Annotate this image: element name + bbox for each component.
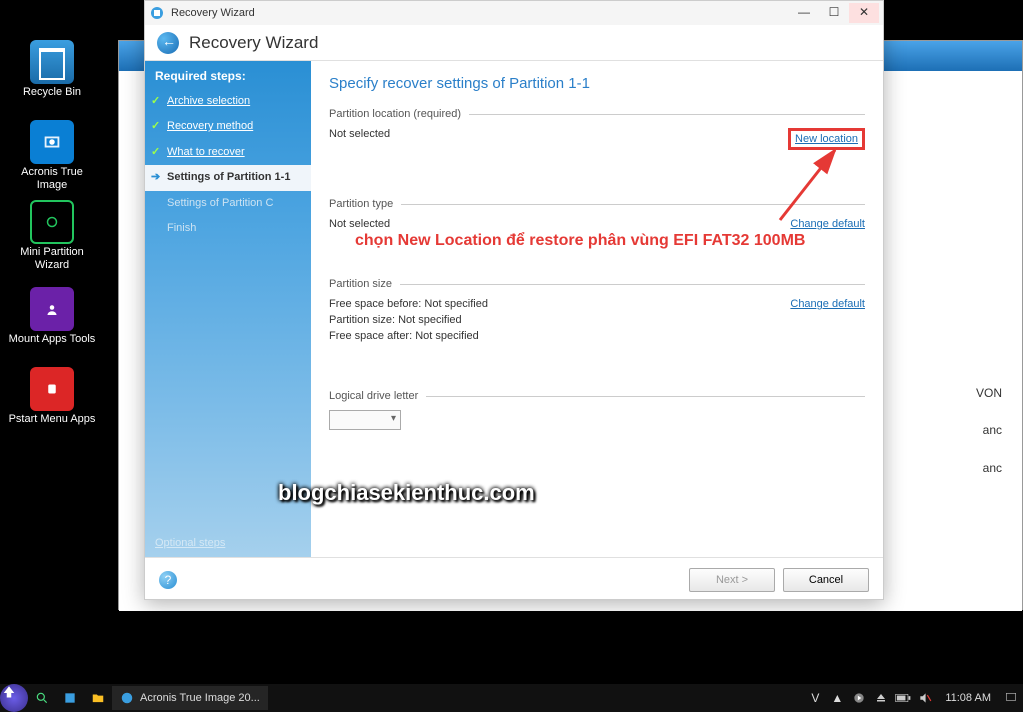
partition-wizard-icon — [30, 200, 74, 244]
wizard-titlebar[interactable]: Recovery Wizard — ☐ ✕ — [145, 1, 883, 25]
wizard-app-icon — [149, 5, 165, 21]
help-icon[interactable]: ? — [159, 571, 177, 589]
next-button[interactable]: Next > — [689, 568, 775, 592]
required-steps-label: Required steps: — [145, 61, 311, 89]
change-default-type-link[interactable]: Change default — [790, 218, 865, 230]
step-finish: Finish — [145, 216, 311, 241]
bg-text-fragment: anc — [983, 461, 1002, 475]
desktop-label: Recycle Bin — [8, 86, 96, 99]
taskbar-task-acronis[interactable]: Acronis True Image 20... — [112, 686, 268, 710]
section-title: Partition size — [329, 278, 400, 290]
task-app-icon — [120, 691, 134, 705]
task-label: Acronis True Image 20... — [140, 692, 260, 704]
section-title: Logical drive letter — [329, 390, 426, 402]
section-partition-type: Partition type — [329, 198, 865, 210]
step-link[interactable]: What to recover — [167, 146, 245, 158]
step-label: Settings of Partition 1-1 — [167, 171, 290, 183]
pstart-icon — [30, 367, 74, 411]
step-link[interactable]: Archive selection — [167, 95, 250, 107]
section-drive-letter: Logical drive letter — [329, 390, 865, 402]
taskbar-app-icon[interactable] — [56, 684, 84, 712]
step-label: Settings of Partition C — [167, 197, 273, 209]
section-partition-location: Partition location (required) — [329, 108, 865, 120]
cancel-button[interactable]: Cancel — [783, 568, 869, 592]
recovery-wizard-dialog: Recovery Wizard — ☐ ✕ Recovery Wizard Re… — [144, 0, 884, 600]
desktop-label: Pstart Menu Apps — [8, 413, 96, 426]
step-settings-partition-1-1: Settings of Partition 1-1 — [145, 165, 311, 190]
optional-steps-link[interactable]: Optional steps — [155, 537, 225, 549]
wizard-footer: ? Next > Cancel — [145, 557, 883, 601]
desktop-icon-pstart-menu[interactable]: Pstart Menu Apps — [8, 365, 96, 426]
new-location-link[interactable]: New location — [795, 133, 858, 145]
wizard-main-pane: Specify recover settings of Partition 1-… — [311, 61, 883, 557]
main-heading: Specify recover settings of Partition 1-… — [329, 75, 865, 92]
back-arrow-icon[interactable] — [157, 32, 179, 54]
free-space-after: Free space after: Not specified — [329, 330, 479, 342]
step-settings-partition-c: Settings of Partition C — [145, 191, 311, 216]
section-title: Partition type — [329, 198, 401, 210]
tray-up-icon[interactable]: ▲ — [829, 690, 845, 706]
bg-text-fragment: VON — [976, 386, 1002, 400]
wizard-title: Recovery Wizard — [171, 7, 255, 19]
minimize-button[interactable]: — — [789, 3, 819, 23]
tray-media-icon[interactable] — [851, 690, 867, 706]
wizard-header: Recovery Wizard — [145, 25, 883, 61]
maximize-button[interactable]: ☐ — [819, 3, 849, 23]
taskbar: Acronis True Image 20... V ▲ 11:08 AM — [0, 684, 1023, 712]
step-what-to-recover[interactable]: What to recover — [145, 140, 311, 165]
taskbar-search-icon[interactable] — [28, 684, 56, 712]
section-partition-size: Partition size — [329, 278, 865, 290]
location-value: Not selected — [329, 128, 390, 150]
wizard-sidebar: Required steps: Archive selection Recove… — [145, 61, 311, 557]
desktop-icon-acronis[interactable]: Acronis True Image — [8, 118, 96, 192]
new-location-highlight: New location — [788, 128, 865, 150]
system-tray: V ▲ 11:08 AM — [807, 690, 1023, 706]
tray-notifications-icon[interactable] — [1003, 690, 1019, 706]
acronis-icon — [30, 120, 74, 164]
section-title: Partition location (required) — [329, 108, 469, 120]
change-default-size-link[interactable]: Change default — [790, 298, 865, 310]
tray-lang[interactable]: V — [807, 690, 823, 706]
desktop-icon-recycle-bin[interactable]: Recycle Bin — [8, 38, 96, 99]
type-value: Not selected — [329, 218, 390, 230]
tray-clock[interactable]: 11:08 AM — [939, 692, 997, 704]
desktop-icon-mini-partition[interactable]: Mini Partition Wizard — [8, 198, 96, 272]
bg-text-fragment: anc — [983, 423, 1002, 437]
start-button[interactable] — [0, 684, 28, 712]
drive-letter-dropdown[interactable] — [329, 410, 401, 430]
taskbar-explorer-icon[interactable] — [84, 684, 112, 712]
mount-tools-icon — [30, 287, 74, 331]
step-recovery-method[interactable]: Recovery method — [145, 114, 311, 139]
recycle-bin-icon — [30, 40, 74, 84]
desktop-icon-mount-apps[interactable]: Mount Apps Tools — [8, 285, 96, 346]
tray-battery-icon[interactable] — [895, 690, 911, 706]
step-link[interactable]: Recovery method — [167, 120, 253, 132]
desktop-label: Mini Partition Wizard — [8, 246, 96, 272]
desktop-label: Mount Apps Tools — [8, 333, 96, 346]
free-space-before: Free space before: Not specified — [329, 298, 488, 310]
step-label: Finish — [167, 222, 196, 234]
wizard-header-title: Recovery Wizard — [189, 33, 318, 53]
step-archive-selection[interactable]: Archive selection — [145, 89, 311, 114]
partition-size-value: Partition size: Not specified — [329, 314, 462, 326]
tray-volume-icon[interactable] — [917, 690, 933, 706]
tray-eject-icon[interactable] — [873, 690, 889, 706]
close-button[interactable]: ✕ — [849, 3, 879, 23]
desktop-label: Acronis True Image — [8, 166, 96, 192]
